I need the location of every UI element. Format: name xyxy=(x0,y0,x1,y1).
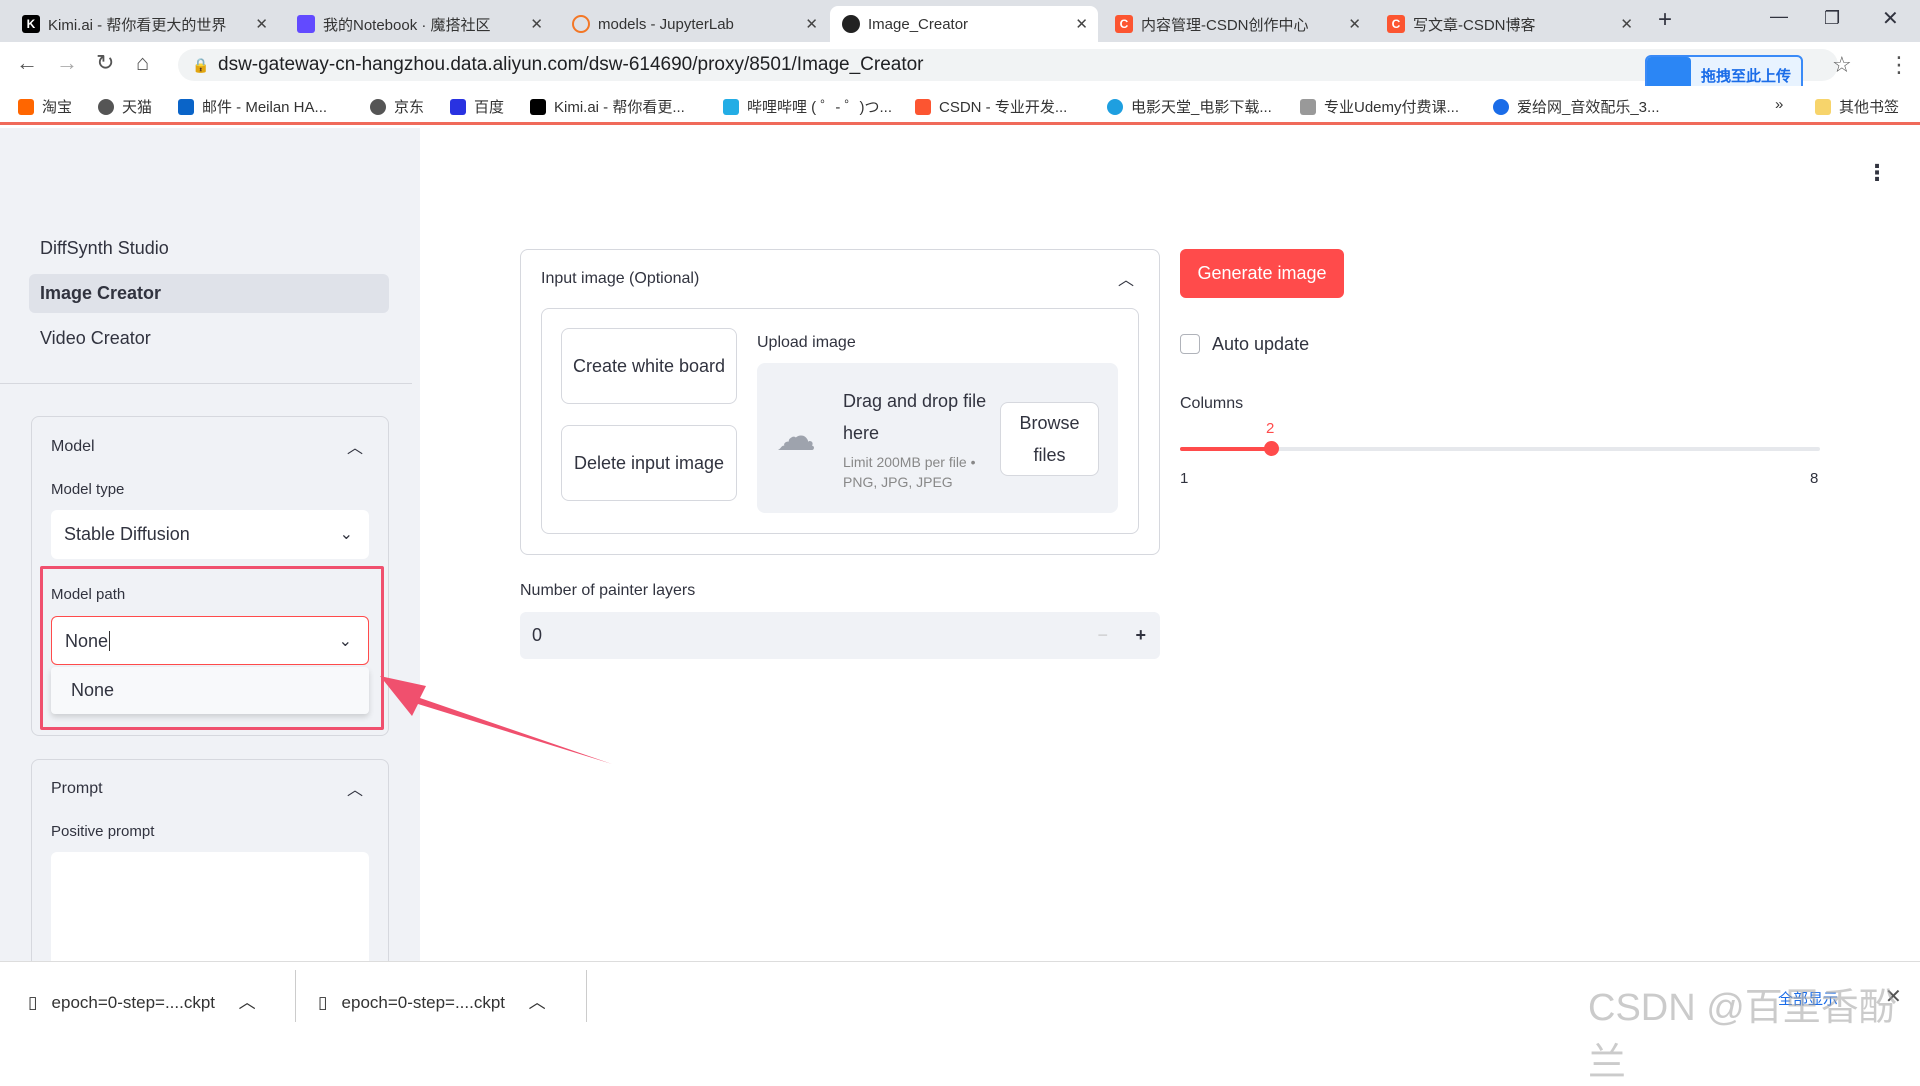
bookmark[interactable]: Kimi.ai - 帮你看更... xyxy=(530,96,685,117)
cloud-upload-icon: ☁ xyxy=(776,415,816,459)
nav-video-creator[interactable]: Video Creator xyxy=(29,319,389,358)
columns-slider-fill xyxy=(1180,447,1272,451)
bookmark-folder[interactable]: 其他书签 xyxy=(1815,96,1899,117)
create-white-board-button[interactable]: Create white board xyxy=(561,328,737,404)
csdn-icon: C xyxy=(1387,15,1405,33)
close-icon[interactable]: ✕ xyxy=(255,15,268,33)
star-icon[interactable]: ☆ xyxy=(1832,52,1852,78)
close-icon[interactable]: ✕ xyxy=(1075,15,1088,33)
browse-files-button[interactable]: Browse files xyxy=(1000,402,1099,476)
close-icon[interactable]: ✕ xyxy=(1348,15,1361,33)
painter-layers-label: Number of painter layers xyxy=(520,582,696,599)
close-window-button[interactable]: ✕ xyxy=(1882,6,1899,31)
painter-layers-input[interactable]: 0 − + xyxy=(520,612,1160,659)
forward-icon[interactable]: → xyxy=(56,50,78,76)
chevron-up-icon[interactable]: ︿ xyxy=(347,434,363,458)
streamlit-icon xyxy=(842,15,860,33)
decrement-button[interactable]: − xyxy=(1097,612,1108,659)
upload-label: Upload image xyxy=(757,334,856,351)
file-icon: ▯ xyxy=(28,993,38,1012)
bookmark[interactable]: 京东 xyxy=(370,96,424,117)
lock-icon: 🔒 xyxy=(192,57,210,73)
chevron-up-icon[interactable]: ︿ xyxy=(347,776,363,800)
minimize-button[interactable]: — xyxy=(1770,6,1788,27)
bookmark[interactable]: 天猫 xyxy=(98,96,152,117)
downloads-bar: ▯ epoch=0-step=....ckpt ︿ ▯ epoch=0-step… xyxy=(0,961,1920,1084)
reload-icon[interactable]: ↻ xyxy=(96,50,114,76)
home-icon[interactable]: ⌂ xyxy=(136,50,149,76)
positive-prompt-textarea[interactable] xyxy=(51,852,369,972)
menu-icon[interactable]: ⋮ xyxy=(1888,52,1910,78)
app-menu-icon[interactable]: ⋮ xyxy=(1866,160,1888,186)
columns-min: 1 xyxy=(1180,470,1189,487)
csdn-icon: C xyxy=(1115,15,1133,33)
bookmark[interactable]: 淘宝 xyxy=(18,96,72,117)
chevron-down-icon: ⌄ xyxy=(339,526,353,543)
close-icon[interactable]: ✕ xyxy=(805,15,818,33)
divider xyxy=(295,970,296,1022)
close-icon[interactable]: ✕ xyxy=(1620,15,1633,33)
prompt-expander-header[interactable]: Prompt xyxy=(51,780,103,798)
tab[interactable]: C 写文章-CSDN博客 ✕ xyxy=(1375,6,1643,42)
auto-update-label: Auto update xyxy=(1212,334,1310,354)
tab-active[interactable]: Image_Creator ✕ xyxy=(830,6,1098,42)
download-item[interactable]: ▯ epoch=0-step=....ckpt ︿ xyxy=(318,988,546,1013)
chevron-up-icon[interactable]: ︿ xyxy=(529,993,546,1012)
columns-slider-thumb[interactable] xyxy=(1264,441,1279,456)
delete-input-image-button[interactable]: Delete input image xyxy=(561,425,737,501)
nav-image-creator[interactable]: Image Creator xyxy=(29,274,389,313)
bookmark[interactable]: CSDN - 专业开发... xyxy=(915,96,1067,117)
columns-label: Columns xyxy=(1180,395,1244,412)
sidebar: DiffSynth Studio Image Creator Video Cre… xyxy=(0,128,420,972)
file-limit-text: Limit 200MB per file • PNG, JPG, JPEG xyxy=(843,454,976,490)
highlight-box xyxy=(40,566,384,730)
columns-max: 8 xyxy=(1810,470,1819,487)
positive-prompt-label: Positive prompt xyxy=(51,823,155,840)
bookmark[interactable]: 电影天堂_电影下载... xyxy=(1107,96,1272,117)
tab[interactable]: models - JupyterLab ✕ xyxy=(560,6,828,42)
increment-button[interactable]: + xyxy=(1135,612,1146,659)
jupyter-icon xyxy=(572,15,590,33)
drag-drop-text: Drag and drop file here xyxy=(843,391,987,443)
input-image-header[interactable]: Input image (Optional) xyxy=(541,270,699,288)
nav-diffsynth-studio[interactable]: DiffSynth Studio xyxy=(29,229,389,268)
tab[interactable]: K Kimi.ai - 帮你看更大的世界 ✕ xyxy=(10,6,278,42)
generate-image-button[interactable]: Generate image xyxy=(1180,249,1344,298)
columns-slider-value: 2 xyxy=(1266,420,1275,437)
chevron-up-icon[interactable]: ︿ xyxy=(239,993,256,1012)
tab[interactable]: 我的Notebook · 魔搭社区 ✕ xyxy=(285,6,553,42)
url-input[interactable]: 🔒 dsw-gateway-cn-hangzhou.data.aliyun.com… xyxy=(178,49,1838,81)
watermark: CSDN @百里香酚兰 xyxy=(1588,987,1897,1084)
bookmark[interactable]: 哔哩哔哩 ( ゜- ゜)つ... xyxy=(723,96,892,117)
model-type-label: Model type xyxy=(51,481,125,498)
auto-update-checkbox[interactable] xyxy=(1180,334,1200,354)
model-type-select[interactable]: Stable Diffusion ⌄ xyxy=(51,510,369,559)
download-item[interactable]: ▯ epoch=0-step=....ckpt ︿ xyxy=(28,988,256,1013)
bookmark[interactable]: 专业Udemy付费课... xyxy=(1300,96,1459,117)
chevron-up-icon[interactable]: ︿ xyxy=(1118,266,1134,290)
back-icon[interactable]: ← xyxy=(16,50,38,76)
modelscope-icon xyxy=(297,15,315,33)
new-tab-button[interactable]: + xyxy=(1658,6,1672,34)
bookmark[interactable]: 百度 xyxy=(450,96,504,117)
divider xyxy=(0,383,412,384)
restore-button[interactable]: ❐ xyxy=(1824,8,1840,29)
close-icon[interactable]: ✕ xyxy=(530,15,543,33)
more-bookmarks[interactable]: » xyxy=(1775,96,1783,113)
divider xyxy=(586,970,587,1022)
bookmark[interactable]: 爱给网_音效配乐_3... xyxy=(1493,96,1660,117)
tab[interactable]: C 内容管理-CSDN创作中心 ✕ xyxy=(1103,6,1371,42)
kimi-icon: K xyxy=(22,15,40,33)
red-arrow-annotation xyxy=(380,676,612,764)
model-expander-header[interactable]: Model xyxy=(51,438,95,456)
tab-bar: K Kimi.ai - 帮你看更大的世界 ✕ 我的Notebook · 魔搭社区 ✕ … xyxy=(0,0,1920,42)
bookmarks-bar: 淘宝 天猫 邮件 - Meilan HA... 京东 百度 Kimi.ai - … xyxy=(0,86,1920,125)
file-icon: ▯ xyxy=(318,993,328,1012)
bookmark[interactable]: 邮件 - Meilan HA... xyxy=(178,96,327,117)
